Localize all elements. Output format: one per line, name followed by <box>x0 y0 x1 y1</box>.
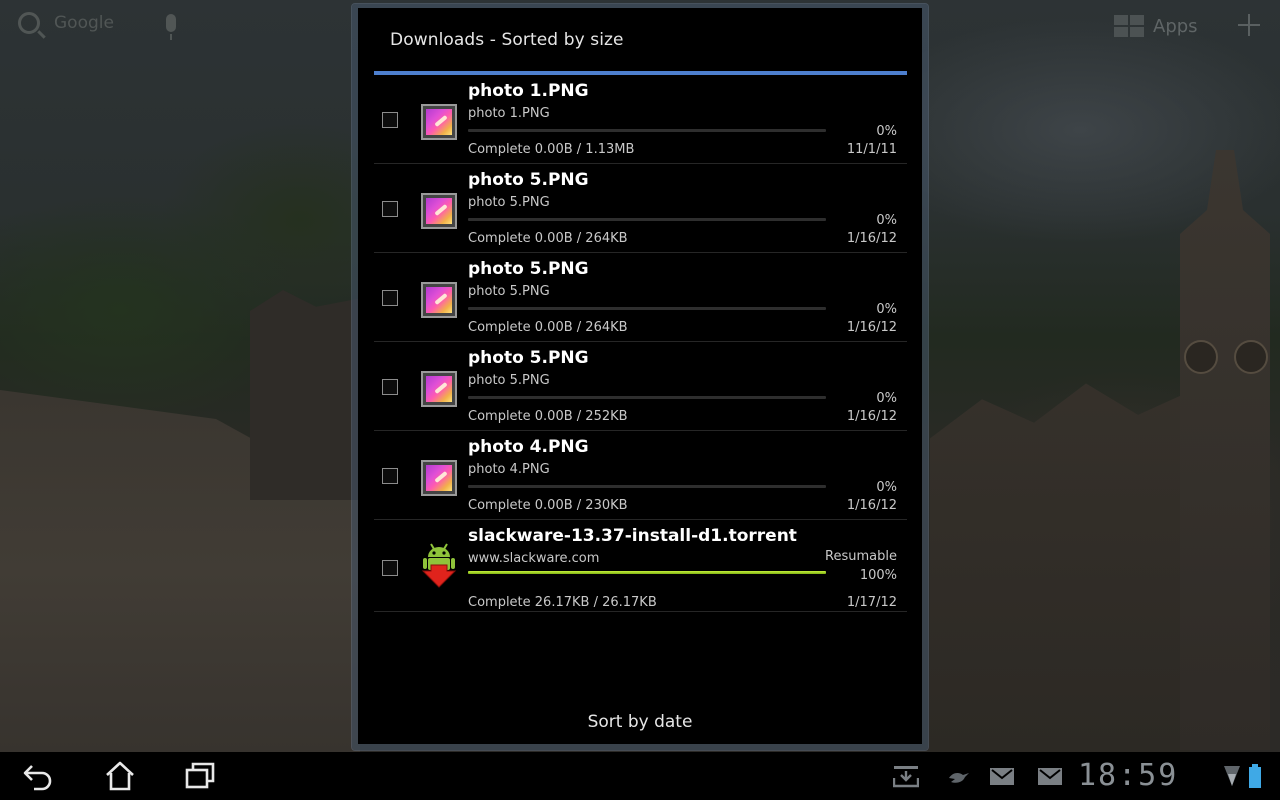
download-status: Complete 0.00B / 252KB <box>468 409 628 424</box>
image-file-icon <box>421 193 457 229</box>
download-status: Complete 0.00B / 1.13MB <box>468 142 635 157</box>
gmail-icon[interactable] <box>1037 764 1063 788</box>
download-title: slackware-13.37-install-d1.torrent <box>468 526 797 546</box>
download-source: photo 5.PNG <box>468 373 550 388</box>
select-checkbox[interactable] <box>382 290 398 306</box>
dialog-title: Downloads - Sorted by size <box>390 30 624 50</box>
image-file-icon <box>421 282 457 318</box>
download-status: Complete 0.00B / 264KB <box>468 320 628 335</box>
apps-label: Apps <box>1153 15 1198 37</box>
progress-bar <box>468 485 826 488</box>
download-percent: 0% <box>876 480 897 495</box>
clock-face-left <box>1184 340 1218 374</box>
sort-by-date-button[interactable]: Sort by date <box>358 702 922 742</box>
download-item[interactable]: photo 5.PNG photo 5.PNG Complete 0.00B /… <box>374 164 907 253</box>
progress-fill <box>468 571 826 574</box>
select-checkbox[interactable] <box>382 560 398 576</box>
download-source: www.slackware.com <box>468 551 600 566</box>
wallpaper-building <box>250 290 360 500</box>
wallpaper-clock-tower <box>1180 150 1270 750</box>
wallpaper-parliament <box>930 383 1190 752</box>
system-bar: 18:59 <box>0 752 1280 800</box>
download-item[interactable]: photo 4.PNG photo 4.PNG Complete 0.00B /… <box>374 431 907 520</box>
apps-grid-icon <box>1114 15 1144 37</box>
android-download-icon <box>421 543 457 588</box>
select-checkbox[interactable] <box>382 112 398 128</box>
download-percent: 0% <box>876 124 897 139</box>
progress-bar <box>468 218 826 221</box>
progress-bar <box>468 307 826 310</box>
download-item[interactable]: photo 1.PNG photo 1.PNG Complete 0.00B /… <box>374 75 907 164</box>
recent-apps-icon[interactable] <box>184 760 216 792</box>
battery-icon[interactable] <box>1248 764 1262 788</box>
download-title: photo 5.PNG <box>468 348 589 368</box>
clock[interactable]: 18:59 <box>1078 758 1178 793</box>
search-icon <box>18 12 40 34</box>
image-file-icon <box>421 104 457 140</box>
download-source: photo 5.PNG <box>468 195 550 210</box>
download-date: 1/17/12 <box>846 595 897 610</box>
image-file-icon <box>421 371 457 407</box>
download-source: photo 1.PNG <box>468 106 550 121</box>
download-date: 1/16/12 <box>846 320 897 335</box>
gmail-icon[interactable] <box>989 764 1015 788</box>
clock-face-right <box>1234 340 1268 374</box>
download-source: photo 4.PNG <box>468 462 550 477</box>
select-checkbox[interactable] <box>382 379 398 395</box>
download-status: Complete 26.17KB / 26.17KB <box>468 595 657 610</box>
apps-button[interactable]: Apps <box>1114 15 1198 37</box>
wifi-icon[interactable] <box>1224 764 1240 788</box>
dialog-body: Downloads - Sorted by size photo 1.PNG p… <box>358 8 922 744</box>
progress-bar <box>468 129 826 132</box>
download-status: Complete 0.00B / 264KB <box>468 231 628 246</box>
download-title: photo 5.PNG <box>468 259 589 279</box>
download-list: photo 1.PNG photo 1.PNG Complete 0.00B /… <box>374 75 907 612</box>
image-file-icon <box>421 460 457 496</box>
tablet-screen: Google Apps Downloads - Sorted by size p… <box>0 0 1280 800</box>
download-item[interactable]: slackware-13.37-install-d1.torrent www.s… <box>374 520 907 612</box>
progress-bar <box>468 571 826 574</box>
download-title: photo 5.PNG <box>468 170 589 190</box>
download-title: photo 1.PNG <box>468 81 589 101</box>
download-percent: 100% <box>859 568 897 583</box>
progress-bar <box>468 396 826 399</box>
download-source: photo 5.PNG <box>468 284 550 299</box>
add-widget-icon[interactable] <box>1238 14 1260 36</box>
bird-notification-icon[interactable] <box>945 764 971 788</box>
home-icon[interactable] <box>104 760 136 792</box>
download-notification-icon[interactable] <box>893 764 919 788</box>
download-status: Complete 0.00B / 230KB <box>468 498 628 513</box>
download-date: 1/16/12 <box>846 409 897 424</box>
download-percent: 0% <box>876 391 897 406</box>
download-title: photo 4.PNG <box>468 437 589 457</box>
search-label: Google <box>54 13 114 33</box>
microphone-icon[interactable] <box>166 14 176 40</box>
select-checkbox[interactable] <box>382 201 398 217</box>
back-icon[interactable] <box>22 760 54 792</box>
download-percent: 0% <box>876 302 897 317</box>
resumable-label: Resumable <box>825 549 897 564</box>
download-date: 11/1/11 <box>846 142 897 157</box>
download-date: 1/16/12 <box>846 231 897 246</box>
download-item[interactable]: photo 5.PNG photo 5.PNG Complete 0.00B /… <box>374 342 907 431</box>
select-checkbox[interactable] <box>382 468 398 484</box>
download-item[interactable]: photo 5.PNG photo 5.PNG Complete 0.00B /… <box>374 253 907 342</box>
downloads-dialog: Downloads - Sorted by size photo 1.PNG p… <box>352 4 928 750</box>
download-percent: 0% <box>876 213 897 228</box>
download-date: 1/16/12 <box>846 498 897 513</box>
google-search-widget[interactable]: Google <box>18 12 114 34</box>
